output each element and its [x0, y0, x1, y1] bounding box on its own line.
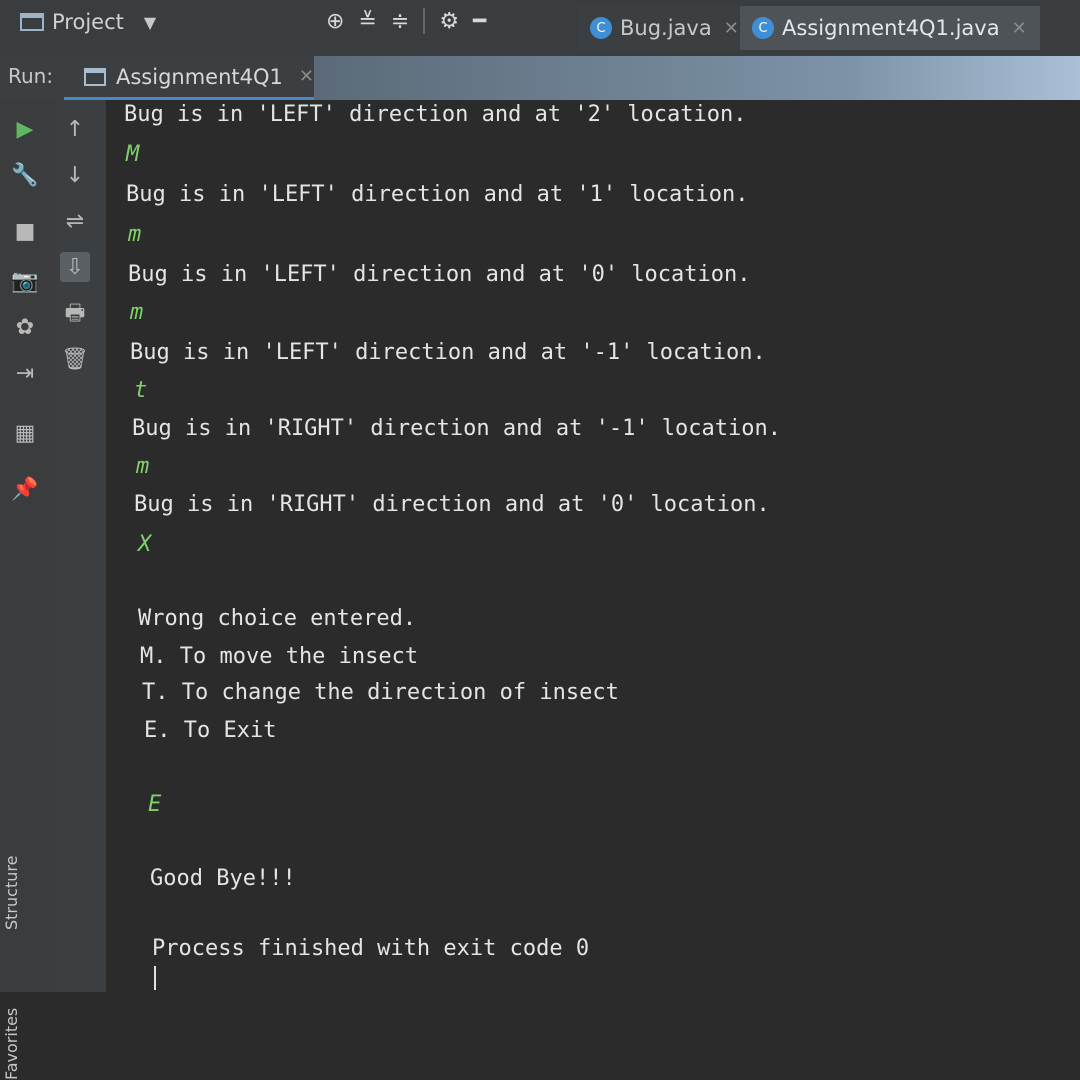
- console-line: Bug is in 'LEFT' direction and at '-1' l…: [130, 340, 766, 365]
- editor-tab-bug[interactable]: C Bug.java ✕: [578, 6, 752, 50]
- wrench-icon[interactable]: 🔧: [10, 160, 40, 190]
- run-tool-header: Run: Assignment4Q1 ✕: [0, 56, 1080, 100]
- gear-icon[interactable]: ⚙: [439, 9, 459, 34]
- console-input-line: m: [130, 300, 144, 325]
- editor-tab-assignment[interactable]: C Assignment4Q1.java ✕: [740, 6, 1040, 50]
- project-window-icon: [20, 13, 44, 31]
- console-output[interactable]: Bug is in 'LEFT' direction and at '2' lo…: [106, 100, 1080, 992]
- console-input-line: t: [134, 378, 148, 403]
- project-toolbar-icons: ⊕ ≚ ≑ ⚙ ━: [326, 8, 486, 34]
- console-line: M. To move the insect: [140, 644, 419, 669]
- java-class-icon: C: [590, 17, 612, 39]
- settings-icon[interactable]: ✿: [10, 312, 40, 342]
- arrow-down-icon[interactable]: ↓: [60, 160, 90, 190]
- expand-all-icon[interactable]: ≚: [358, 9, 376, 34]
- console-line: Process finished with exit code 0: [152, 936, 590, 961]
- run-label: Run:: [8, 64, 54, 88]
- left-tool-strip: ▶ 🔧 ■ 📷 ✿ ⇥ ▦ 📌 Structure Favorites: [0, 100, 57, 1080]
- console-line: T. To change the direction of insect: [142, 680, 619, 705]
- console-window-icon: [84, 67, 106, 86]
- rerun-icon[interactable]: ▶: [10, 114, 40, 144]
- close-icon[interactable]: ✕: [1012, 18, 1027, 39]
- text-cursor: [154, 966, 156, 990]
- arrow-up-icon[interactable]: ↑: [60, 114, 90, 144]
- console-line: Bug is in 'LEFT' direction and at '2' lo…: [124, 102, 747, 127]
- console-input-line: E: [148, 792, 162, 817]
- favorites-tool-tab[interactable]: Favorites: [2, 1008, 21, 1080]
- console-line: Good Bye!!!: [150, 866, 296, 891]
- project-view-selector[interactable]: Project ▼: [20, 8, 156, 36]
- exit-icon[interactable]: ⇥: [10, 358, 40, 388]
- trash-icon[interactable]: 🗑: [60, 344, 90, 374]
- pin-icon[interactable]: 📌: [10, 474, 40, 504]
- layout-icon[interactable]: ▦: [10, 418, 40, 448]
- console-input-line: M: [126, 142, 140, 167]
- toolbar-divider: [423, 8, 426, 34]
- console-line: Bug is in 'RIGHT' direction and at '-1' …: [132, 416, 782, 441]
- console-input-line: m: [136, 454, 150, 479]
- run-config-tab[interactable]: Assignment4Q1 ✕: [64, 56, 314, 100]
- print-icon[interactable]: 🖶: [60, 300, 90, 330]
- scroll-to-end-icon[interactable]: ⇩: [60, 252, 90, 282]
- project-label: Project: [52, 10, 124, 34]
- java-class-icon: C: [752, 17, 774, 39]
- console-line: Bug is in 'RIGHT' direction and at '0' l…: [134, 492, 770, 517]
- camera-icon[interactable]: 📷: [10, 266, 40, 296]
- console-line: Wrong choice entered.: [138, 606, 417, 631]
- console-line: Bug is in 'LEFT' direction and at '0' lo…: [128, 262, 751, 287]
- close-icon[interactable]: ✕: [724, 18, 739, 39]
- locate-icon[interactable]: ⊕: [326, 9, 344, 34]
- soft-wrap-icon[interactable]: ⇌: [60, 206, 90, 236]
- close-icon[interactable]: ✕: [299, 66, 314, 87]
- collapse-all-icon[interactable]: ≑: [391, 9, 409, 34]
- console-action-strip: ↑ ↓ ⇌ ⇩ 🖶 🗑: [56, 100, 106, 992]
- top-toolbar: Project ▼ ⊕ ≚ ≑ ⚙ ━ C Bug.java ✕ C Assig…: [0, 0, 1080, 57]
- editor-tab-label: Bug.java: [620, 16, 712, 40]
- console-line: E. To Exit: [144, 718, 277, 743]
- minimize-icon[interactable]: ━: [473, 9, 486, 34]
- console-line: Bug is in 'LEFT' direction and at '1' lo…: [126, 182, 749, 207]
- editor-tab-label: Assignment4Q1.java: [782, 16, 1000, 40]
- console-input-line: X: [138, 532, 152, 557]
- run-config-name: Assignment4Q1: [116, 64, 283, 89]
- run-header-background: [314, 56, 1080, 100]
- chevron-down-icon: ▼: [143, 12, 157, 32]
- stop-icon[interactable]: ■: [10, 216, 40, 246]
- console-input-line: m: [128, 222, 142, 247]
- structure-tool-tab[interactable]: Structure: [2, 856, 21, 930]
